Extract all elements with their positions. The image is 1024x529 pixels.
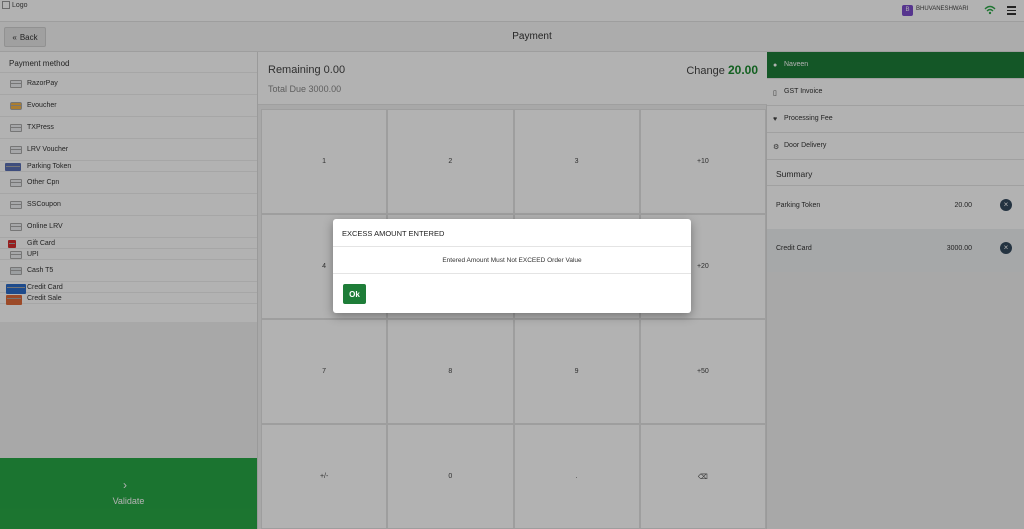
ok-button[interactable]: Ok [343, 284, 366, 304]
dialog-title: EXCESS AMOUNT ENTERED [342, 229, 445, 238]
dialog-body: Entered Amount Must Not EXCEED Order Val… [333, 247, 691, 274]
dialog-header: EXCESS AMOUNT ENTERED [333, 219, 691, 247]
dialog-message: Entered Amount Must Not EXCEED Order Val… [442, 257, 582, 264]
excess-amount-dialog: EXCESS AMOUNT ENTERED Entered Amount Mus… [333, 219, 691, 313]
